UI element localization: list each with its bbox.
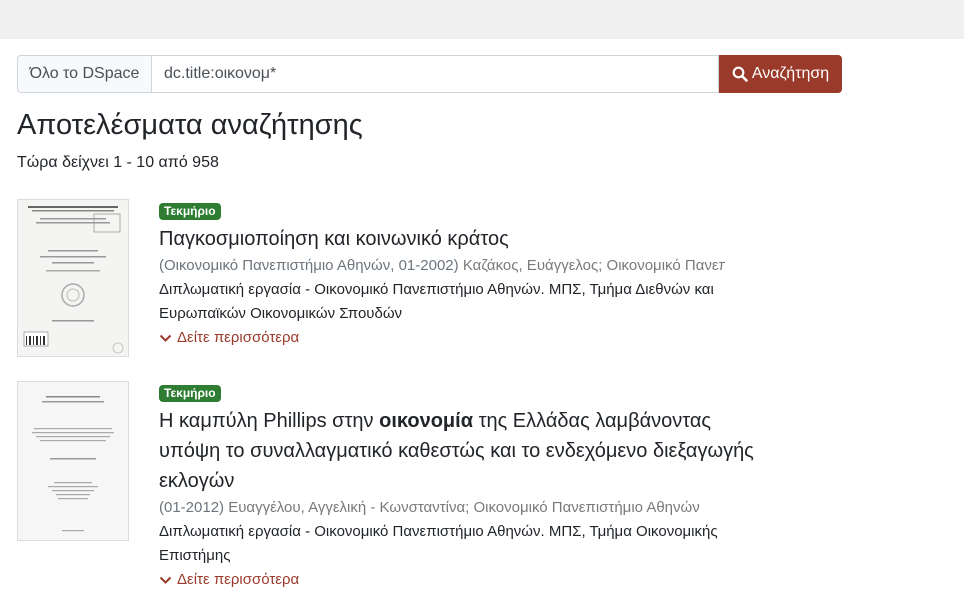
result-abstract: Διπλωματική εργασία - Οικονομικό Πανεπισ… — [159, 523, 718, 564]
search-form: Όλο το DSpace Αναζήτηση — [17, 55, 842, 93]
results-count: Τώρα δείχνει 1 - 10 από 958 — [17, 154, 219, 171]
result-title-link[interactable]: Η καμπύλη Phillips στην οικονομία της Ελ… — [159, 406, 759, 496]
show-more-label: Δείτε περισσότερα — [177, 571, 300, 588]
title-highlight: οικονομία — [379, 410, 474, 432]
result-title-link[interactable]: Παγκοσμιοποίηση και κοινωνικό κράτος — [159, 224, 759, 254]
search-button-label: Αναζήτηση — [751, 65, 830, 82]
show-more-label: Δείτε περισσότερα — [177, 329, 300, 346]
item-type-badge: Τεκμήριο — [159, 385, 221, 402]
result-date: (Οικονομικό Πανεπιστήμιο Αθηνών, 01-2002… — [159, 257, 459, 274]
result-date: (01-2012) — [159, 499, 225, 516]
top-header-bar — [0, 0, 964, 39]
chevron-down-icon — [159, 334, 172, 342]
result-thumbnail[interactable] — [17, 381, 129, 541]
search-scope-dropdown[interactable]: Όλο το DSpace — [17, 55, 152, 93]
search-button[interactable]: Αναζήτηση — [719, 55, 842, 93]
document-cover-image — [18, 382, 128, 540]
search-icon — [732, 66, 748, 82]
result-authors: Ευαγγέλου, Αγγελική - Κωνσταντίνα; Οικον… — [228, 499, 700, 516]
show-more-button[interactable]: Δείτε περισσότερα — [159, 568, 759, 592]
result-meta: (Οικονομικό Πανεπιστήμιο Αθηνών, 01-2002… — [159, 254, 725, 278]
chevron-down-icon — [159, 576, 172, 584]
result-thumbnail[interactable] — [17, 199, 129, 357]
result-authors: Καζάκος, Ευάγγελος; Οικονομικό Πανεπιστή… — [462, 257, 725, 274]
result-abstract: Διπλωματική εργασία - Οικονομικό Πανεπισ… — [159, 281, 714, 322]
title-text: Η καμπύλη Phillips στην — [159, 410, 380, 432]
result-meta: (01-2012) Ευαγγέλου, Αγγελική - Κωνσταντ… — [159, 496, 725, 520]
item-type-badge: Τεκμήριο — [159, 203, 221, 220]
search-input[interactable] — [152, 55, 719, 93]
show-more-button[interactable]: Δείτε περισσότερα — [159, 326, 759, 350]
document-cover-image — [18, 200, 128, 356]
page-title: Αποτελέσματα αναζήτησης — [17, 109, 363, 141]
